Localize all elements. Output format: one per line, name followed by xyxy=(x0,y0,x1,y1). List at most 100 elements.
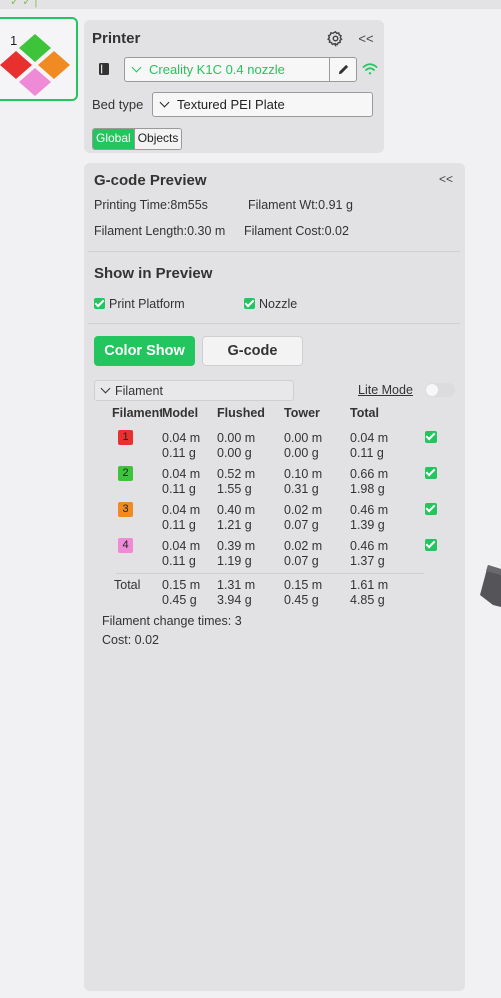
divider xyxy=(88,323,460,324)
collapse-printer-button[interactable]: << xyxy=(358,29,374,47)
nozzle-option[interactable]: Nozzle xyxy=(244,297,297,311)
filament-change-times: Filament change times: 3 xyxy=(102,614,242,628)
pencil-icon xyxy=(338,64,348,75)
row1-model-g: 0.11 g xyxy=(162,446,196,460)
printer-book-icon[interactable] xyxy=(96,60,112,78)
filament-view-value: Filament xyxy=(115,383,163,398)
row1-tower-m: 0.00 m xyxy=(284,431,323,445)
row2-visible-checkbox[interactable] xyxy=(425,467,437,479)
row4-total-m: 0.46 m xyxy=(350,539,389,553)
row2-tower-g: 0.31 g xyxy=(284,482,319,496)
edit-printer-button[interactable] xyxy=(329,57,357,82)
row2-tower-m: 0.10 m xyxy=(284,467,323,481)
nozzle-label: Nozzle xyxy=(259,297,298,311)
row4-tower-m: 0.02 m xyxy=(284,539,323,553)
lite-mode-toggle[interactable] xyxy=(425,383,455,397)
row3-total-m: 0.46 m xyxy=(350,503,389,517)
row1-model-m: 0.04 m xyxy=(162,431,201,445)
row3-flushed-g: 1.21 g xyxy=(217,518,252,532)
settings-scope-tabs: Global Objects xyxy=(92,128,183,150)
row4-model-g: 0.11 g xyxy=(162,554,196,568)
chevron-down-icon xyxy=(131,62,142,73)
checkbox-checked-icon xyxy=(244,298,255,309)
filament-badge-3: 3 xyxy=(118,502,133,517)
total-flushed-m: 1.31 m xyxy=(217,578,256,592)
collapse-preview-button[interactable]: << xyxy=(437,171,455,187)
gcode-button[interactable]: G-code xyxy=(202,336,303,366)
gcode-preview-title: G-code Preview xyxy=(94,172,207,189)
printer-name: Creality K1C 0.4 nozzle xyxy=(149,62,285,77)
print-platform-option[interactable]: Print Platform xyxy=(94,297,185,311)
top-toolbar-strip: ✓ ✓ | xyxy=(0,0,501,9)
tab-objects[interactable]: Objects xyxy=(133,129,182,149)
model-object-partial[interactable] xyxy=(480,565,501,607)
row3-model-m: 0.04 m xyxy=(162,503,201,517)
row4-model-m: 0.04 m xyxy=(162,539,201,553)
bed-type-value: Textured PEI Plate xyxy=(177,97,285,112)
toolbar-icon-partial: ✓ ✓ | xyxy=(10,0,38,8)
filament-badge-2: 2 xyxy=(118,466,133,481)
column-header-filament: Filament xyxy=(112,406,164,420)
settings-gear-icon[interactable] xyxy=(325,28,345,48)
row3-model-g: 0.11 g xyxy=(162,518,196,532)
row4-flushed-g: 1.19 g xyxy=(217,554,252,568)
filament-badge-4: 4 xyxy=(118,538,133,553)
row2-model-m: 0.04 m xyxy=(162,467,201,481)
wifi-icon[interactable] xyxy=(361,60,379,78)
filament-badge-1: 1 xyxy=(118,430,133,445)
row4-flushed-m: 0.39 m xyxy=(217,539,256,553)
row1-tower-g: 0.00 g xyxy=(284,446,319,460)
row2-total-m: 0.66 m xyxy=(350,467,389,481)
lite-mode-label: Lite Mode xyxy=(358,383,413,397)
total-tower-m: 0.15 m xyxy=(284,578,323,592)
gcode-preview-panel xyxy=(84,163,465,991)
column-header-flushed: Flushed xyxy=(217,406,265,420)
row4-total-g: 1.37 g xyxy=(350,554,385,568)
chevron-down-icon xyxy=(100,383,111,394)
printer-select[interactable]: Creality K1C 0.4 nozzle xyxy=(124,57,330,82)
row4-tower-g: 0.07 g xyxy=(284,554,319,568)
row2-model-g: 0.11 g xyxy=(162,482,196,496)
table-divider xyxy=(116,573,424,574)
divider xyxy=(88,251,460,252)
row1-total-m: 0.04 m xyxy=(350,431,389,445)
row3-visible-checkbox[interactable] xyxy=(425,503,437,515)
total-tower-g: 0.45 g xyxy=(284,593,319,607)
filament-weight: Filament Wt:0.91 g xyxy=(248,198,353,212)
printing-time: Printing Time:8m55s xyxy=(94,198,208,212)
row2-flushed-g: 1.55 g xyxy=(217,482,252,496)
total-total-m: 1.61 m xyxy=(350,578,389,592)
row1-visible-checkbox[interactable] xyxy=(425,431,437,443)
bed-type-select[interactable]: Textured PEI Plate xyxy=(152,92,373,117)
filament-length: Filament Length:0.30 m xyxy=(94,224,226,238)
bed-type-label: Bed type xyxy=(92,97,144,112)
row1-flushed-g: 0.00 g xyxy=(217,446,252,460)
filament-view-select[interactable]: Filament xyxy=(94,380,294,401)
row3-tower-g: 0.07 g xyxy=(284,518,319,532)
plate-preview-image xyxy=(0,34,70,96)
total-total-g: 4.85 g xyxy=(350,593,385,607)
row3-flushed-m: 0.40 m xyxy=(217,503,256,517)
cost-summary: Cost: 0.02 xyxy=(102,633,159,647)
checkbox-checked-icon xyxy=(94,298,105,309)
column-header-total: Total xyxy=(350,406,379,420)
total-flushed-g: 3.94 g xyxy=(217,593,252,607)
row4-visible-checkbox[interactable] xyxy=(425,539,437,551)
tab-global[interactable]: Global xyxy=(93,129,134,149)
column-header-tower: Tower xyxy=(284,406,320,420)
row1-flushed-m: 0.00 m xyxy=(217,431,256,445)
row3-tower-m: 0.02 m xyxy=(284,503,323,517)
color-show-button[interactable]: Color Show xyxy=(94,336,195,366)
show-in-preview-title: Show in Preview xyxy=(94,265,213,282)
row2-total-g: 1.98 g xyxy=(350,482,385,496)
filament-cost: Filament Cost:0.02 xyxy=(244,224,349,238)
print-platform-label: Print Platform xyxy=(109,297,185,311)
printer-title: Printer xyxy=(92,30,141,47)
total-label: Total xyxy=(114,578,141,592)
chevron-down-icon xyxy=(159,97,170,108)
row2-flushed-m: 0.52 m xyxy=(217,467,256,481)
total-model-g: 0.45 g xyxy=(162,593,197,607)
row1-total-g: 0.11 g xyxy=(350,446,384,460)
plate-thumbnail[interactable]: 1 xyxy=(0,17,78,101)
total-model-m: 0.15 m xyxy=(162,578,201,592)
